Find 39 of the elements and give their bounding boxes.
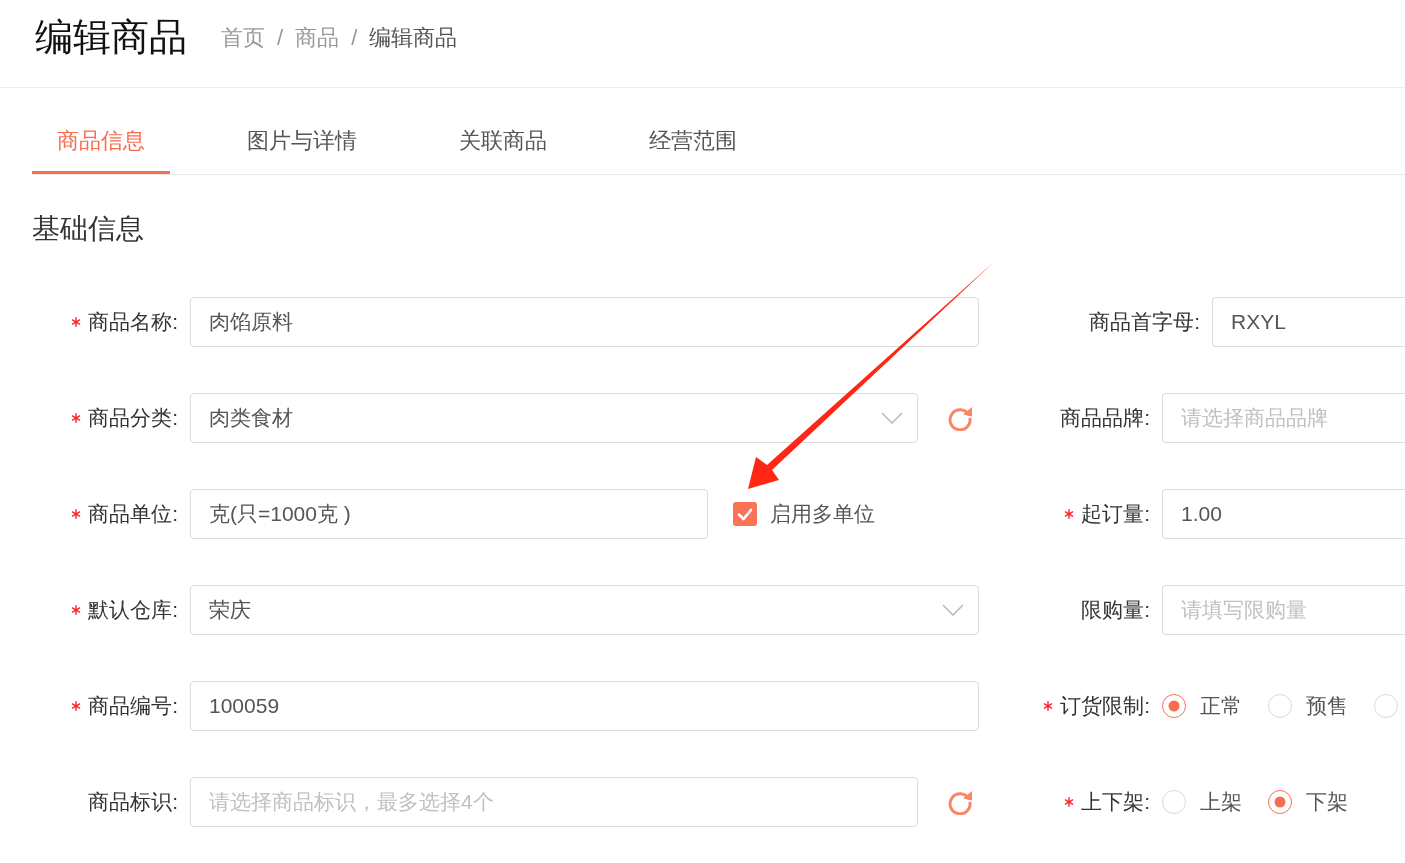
breadcrumb-link[interactable]: 编辑商品	[369, 20, 458, 54]
select-field[interactable]: 荣庆	[190, 585, 979, 635]
field-label: 起订量:	[1081, 501, 1150, 528]
radio-label[interactable]: 下架	[1306, 786, 1348, 818]
refresh-icon[interactable]	[947, 789, 973, 815]
refresh-icon[interactable]	[947, 405, 973, 431]
field-label: 商品分类:	[88, 405, 178, 432]
field-label: 商品标识:	[88, 789, 178, 816]
input-field[interactable]: 肉馅原料	[190, 297, 979, 347]
radio-button[interactable]	[1162, 694, 1186, 718]
input-field[interactable]: 100059	[190, 681, 979, 731]
radio-button[interactable]	[1268, 790, 1292, 814]
field-label: 商品单位:	[88, 501, 178, 528]
field-label: 商品品牌:	[1060, 405, 1150, 432]
field-label: 默认仓库:	[88, 597, 178, 624]
field-label: 商品首字母:	[1089, 309, 1200, 336]
chevron-down-icon	[881, 412, 903, 424]
radio-label[interactable]: 上架	[1200, 786, 1242, 818]
tab[interactable]: 经营范围	[624, 114, 762, 174]
radio-label[interactable]: 预售	[1306, 690, 1348, 722]
chevron-down-icon	[942, 604, 964, 616]
field-label: 商品名称:	[88, 309, 178, 336]
input-field[interactable]: 1.00	[1162, 489, 1405, 539]
breadcrumb-separator: /	[277, 23, 284, 52]
select-field[interactable]: 肉类食材	[190, 393, 918, 443]
field-label: 订货限制:	[1060, 693, 1150, 720]
input-field[interactable]: RXYL	[1212, 297, 1405, 347]
field-label: 上下架:	[1081, 789, 1150, 816]
section-title: 基础信息	[32, 212, 145, 246]
input-field[interactable]: 克(只=1000克 )	[190, 489, 708, 539]
field-label: 商品编号:	[88, 693, 178, 720]
field-label: 限购量:	[1081, 597, 1150, 624]
checkbox[interactable]	[733, 502, 757, 526]
tab[interactable]: 图片与详情	[222, 114, 382, 174]
checkbox-label[interactable]: 启用多单位	[770, 498, 875, 530]
tab[interactable]: 关联商品	[434, 114, 572, 174]
breadcrumb-separator: /	[351, 23, 358, 52]
page-title: 编辑商品	[35, 15, 187, 60]
radio-label[interactable]: 正常	[1200, 690, 1242, 722]
